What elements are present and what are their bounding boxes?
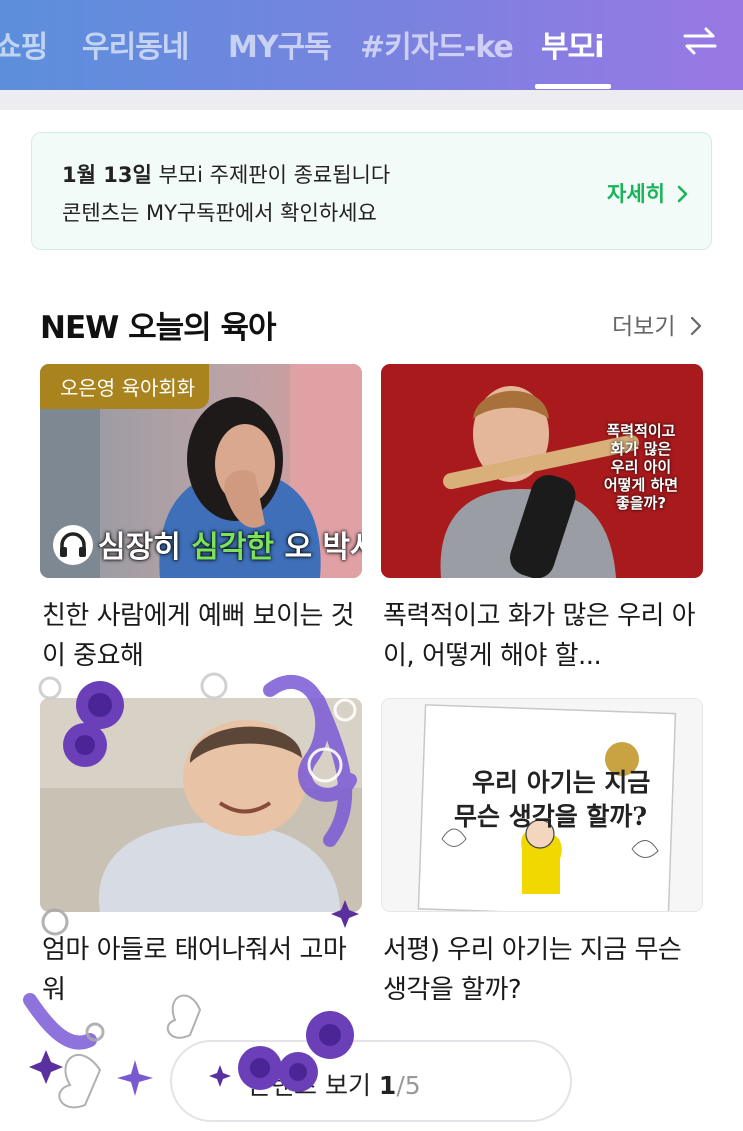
thumbnail-caption: 심장히 심각한 오 박사 — [98, 522, 362, 566]
article-title[interactable]: 친한 사람에게 예뻐 보이는 것이 중요해 — [42, 596, 362, 676]
overlay-line: 우리 아이 — [610, 458, 672, 476]
thumbnail-overlay-text: 폭력적이고 화가 많은 우리 아이 어떻게 하면 좋을까? — [591, 422, 691, 512]
tab-parent-i[interactable]: 부모i — [541, 22, 604, 66]
pager-label: 콘텐츠 보기 1/5 — [248, 1066, 421, 1102]
caption-part: 심장히 — [98, 530, 192, 565]
article-title[interactable]: 서평) 우리 아기는 지금 무슨 생각을 할까? — [383, 930, 703, 1010]
notice-details-link[interactable]: 자세히 — [607, 178, 690, 208]
overlay-line: 화가 많은 — [610, 440, 672, 458]
article-title[interactable]: 폭력적이고 화가 많은 우리 아이, 어떻게 해야 할... — [383, 596, 703, 676]
divider-bar — [0, 90, 743, 110]
series-badge: 오은영 육아회화 — [40, 364, 210, 409]
notice-line-2: 콘텐츠는 MY구독판에서 확인하세요 — [62, 201, 377, 225]
pager-separator: / — [396, 1071, 405, 1100]
overlay-line: 폭력적이고 — [606, 422, 676, 440]
swap-arrows-icon[interactable] — [682, 26, 718, 56]
pager-text: 콘텐츠 보기 — [248, 1071, 371, 1100]
more-content-pager-button[interactable]: 콘텐츠 보기 1/5 — [170, 1040, 572, 1122]
caption-part: 오 박사 — [284, 530, 363, 565]
headphones-icon — [53, 525, 93, 565]
book-cover-line: 무슨 생각을 할까? — [454, 802, 648, 831]
section-title: NEW 오늘의 육아 — [40, 310, 276, 346]
more-link-label[interactable]: 더보기 — [612, 314, 675, 340]
chevron-right-icon — [677, 185, 688, 203]
top-tab-bar: 쇼핑 우리동네 MY구독 #키자드-ke 부모i — [0, 0, 743, 90]
article-thumbnail[interactable] — [40, 698, 362, 912]
overlay-line: 좋을까? — [615, 494, 667, 512]
active-tab-indicator — [535, 84, 611, 89]
notice-line-1-text: 부모i 주제판이 종료됩니다 — [151, 163, 391, 187]
notice-banner[interactable]: 1월 13일 부모i 주제판이 종료됩니다 콘텐츠는 MY구독판에서 확인하세요… — [31, 132, 712, 250]
article-thumbnail[interactable]: 우리 아기는 지금 무슨 생각을 할까? — [381, 698, 703, 912]
overlay-line: 어떻게 하면 — [603, 476, 679, 494]
pager-total: 5 — [404, 1071, 421, 1100]
tab-kizad[interactable]: #키자드-ke — [360, 22, 514, 66]
book-cover-line: 우리 아기는 지금 — [472, 768, 651, 797]
tab-shopping[interactable]: 쇼핑 — [0, 22, 48, 66]
notice-date: 1월 13일 — [62, 163, 152, 187]
article-thumbnail[interactable]: 오은영 육아회화 심장히 심각한 오 박사 — [40, 364, 362, 578]
caption-highlight: 심각한 — [191, 530, 275, 565]
notice-line-1: 1월 13일 부모i 주제판이 종료됩니다 — [62, 159, 390, 189]
chevron-right-icon — [690, 316, 701, 336]
pager-current: 1 — [378, 1071, 397, 1100]
more-link[interactable]: 더보기 — [612, 307, 703, 341]
article-thumbnail[interactable]: 폭력적이고 화가 많은 우리 아이 어떻게 하면 좋을까? — [381, 364, 703, 578]
article-title[interactable]: 엄마 아들로 태어나줘서 고마워 — [42, 930, 362, 1010]
tab-my-subscription[interactable]: MY구독 — [228, 22, 332, 66]
notice-details-label[interactable]: 자세히 — [607, 182, 665, 206]
tab-our-neighborhood[interactable]: 우리동네 — [82, 22, 189, 66]
